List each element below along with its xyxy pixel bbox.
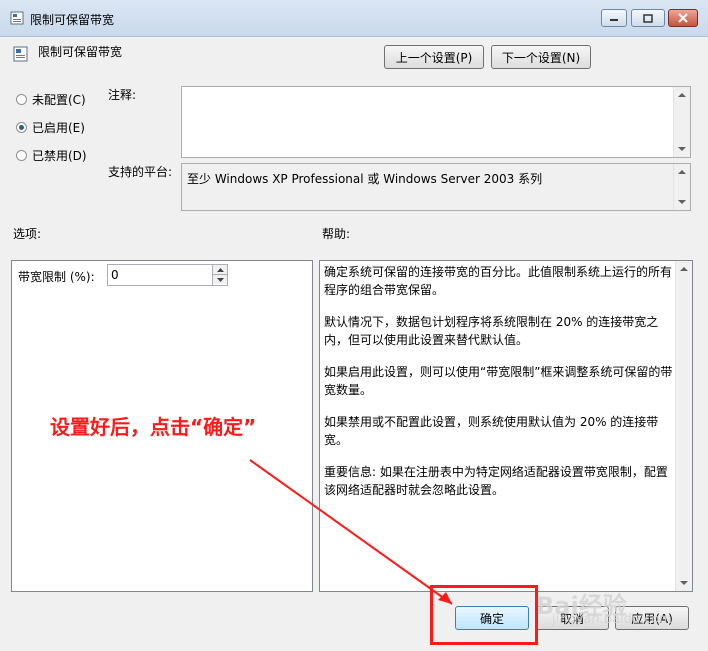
- policy-name: 限制可保留带宽: [38, 45, 123, 59]
- bandwidth-limit-value: 0: [111, 268, 119, 282]
- help-paragraph: 如果禁用或不配置此设置，则系统使用默认值为 20% 的连接带宽。: [324, 415, 659, 447]
- scroll-down-icon[interactable]: [678, 200, 686, 204]
- help-paragraph: 如果启用此设置，则可以使用“带宽限制”框来调整系统可保留的带宽数量。: [324, 365, 673, 397]
- radio-not-configured[interactable]: 未配置(C): [16, 91, 86, 108]
- spin-down-icon: [216, 277, 224, 282]
- radio-label: 未配置(C): [32, 93, 86, 107]
- minimize-button[interactable]: [601, 9, 627, 27]
- radio-enabled[interactable]: 已启用(E): [16, 119, 85, 136]
- maximize-icon: [643, 13, 653, 23]
- annotation-text: 设置好后，点击“确定”: [50, 415, 257, 439]
- bandwidth-limit-label: 带宽限制 (%):: [18, 270, 95, 284]
- close-button[interactable]: [668, 9, 698, 27]
- comment-scrollbar[interactable]: [673, 87, 690, 157]
- scroll-down-icon[interactable]: [678, 147, 686, 151]
- radio-indicator[interactable]: [16, 122, 27, 133]
- spin-down-button[interactable]: [213, 275, 227, 284]
- previous-setting-button[interactable]: 上一个设置(P): [384, 45, 484, 69]
- radio-disabled[interactable]: 已禁用(D): [16, 147, 87, 164]
- radio-indicator[interactable]: [16, 94, 27, 105]
- radio-label: 已禁用(D): [32, 149, 87, 163]
- policy-setting-icon: [13, 46, 28, 62]
- platform-field: 至少 Windows XP Professional 或 Windows Ser…: [181, 163, 691, 211]
- radio-indicator[interactable]: [16, 150, 27, 161]
- annotation-highlight-box: [430, 585, 538, 645]
- comment-textarea[interactable]: [181, 86, 691, 158]
- spin-up-icon: [216, 267, 224, 272]
- comment-label: 注释:: [108, 88, 137, 102]
- next-setting-button[interactable]: 下一个设置(N): [491, 45, 591, 69]
- help-section-label: 帮助:: [322, 227, 351, 241]
- maximize-button[interactable]: [631, 9, 665, 27]
- help-paragraph: 确定系统可保留的连接带宽的百分比。此值限制系统上运行的所有程序的组合带宽保留。: [324, 265, 673, 297]
- options-section-label: 选项:: [13, 227, 42, 241]
- scroll-down-icon[interactable]: [680, 581, 688, 585]
- bandwidth-limit-input[interactable]: 0: [107, 264, 228, 286]
- radio-label: 已启用(E): [32, 121, 85, 135]
- scroll-up-icon[interactable]: [678, 170, 686, 174]
- help-paragraph: 默认情况下，数据包计划程序将系统限制在 20% 的连接带宽之内，但可以使用此设置…: [324, 315, 659, 347]
- close-icon: [678, 13, 688, 23]
- watermark-url: jingyan.baidu.com: [552, 612, 672, 627]
- help-scrollbar[interactable]: [675, 261, 692, 591]
- scroll-up-icon[interactable]: [678, 93, 686, 97]
- platform-label: 支持的平台:: [108, 165, 173, 179]
- window-title: 限制可保留带宽: [30, 13, 115, 27]
- spin-up-button[interactable]: [213, 265, 227, 275]
- help-paragraph: 重要信息: 如果在注册表中为特定网络适配器设置带宽限制，配置该网络适配器时就会忽…: [324, 465, 668, 497]
- platform-value: 至少 Windows XP Professional 或 Windows Ser…: [187, 172, 543, 186]
- platform-scrollbar[interactable]: [673, 164, 690, 210]
- minimize-icon: [610, 19, 618, 21]
- help-panel: 确定系统可保留的连接带宽的百分比。此值限制系统上运行的所有程序的组合带宽保留。 …: [319, 260, 693, 592]
- bandwidth-limit-spinner[interactable]: [212, 265, 227, 285]
- policy-window-icon: [10, 11, 24, 25]
- scroll-up-icon[interactable]: [680, 267, 688, 271]
